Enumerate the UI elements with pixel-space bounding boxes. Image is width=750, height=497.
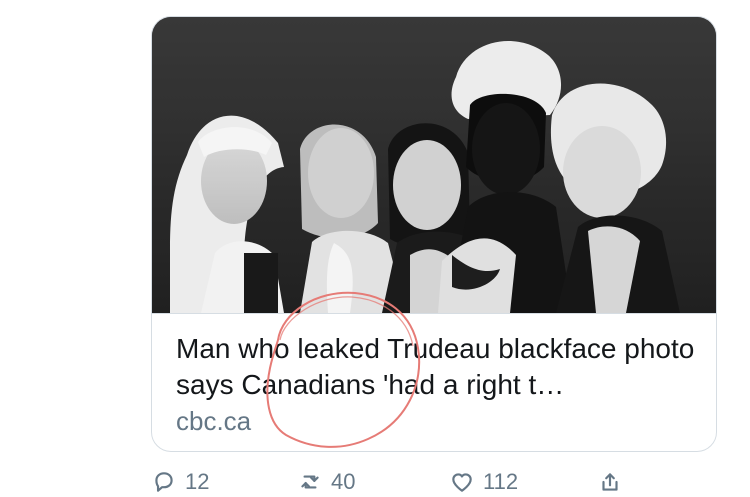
card-image bbox=[152, 17, 716, 313]
share-icon bbox=[602, 473, 618, 491]
like-count: 112 bbox=[483, 469, 519, 494]
share-button[interactable] bbox=[597, 467, 623, 497]
retweet-count: 40 bbox=[331, 469, 356, 494]
retweet-button[interactable]: 40 bbox=[297, 467, 355, 497]
retweet-icon bbox=[301, 475, 319, 489]
photo-illustration bbox=[152, 17, 716, 313]
reply-count: 12 bbox=[185, 469, 210, 494]
reply-button[interactable]: 12 bbox=[151, 467, 209, 497]
tweet-actions: 12 40 112 bbox=[151, 467, 671, 497]
card-title[interactable]: Man who leaked Trudeau blackface photo s… bbox=[176, 331, 696, 403]
reply-icon bbox=[155, 472, 173, 492]
like-button[interactable]: 112 bbox=[449, 467, 518, 497]
card-domain[interactable]: cbc.ca bbox=[176, 406, 251, 436]
card-divider bbox=[152, 313, 716, 314]
heart-icon bbox=[452, 473, 472, 492]
link-preview-card[interactable]: Man who leaked Trudeau blackface photo s… bbox=[151, 16, 717, 452]
